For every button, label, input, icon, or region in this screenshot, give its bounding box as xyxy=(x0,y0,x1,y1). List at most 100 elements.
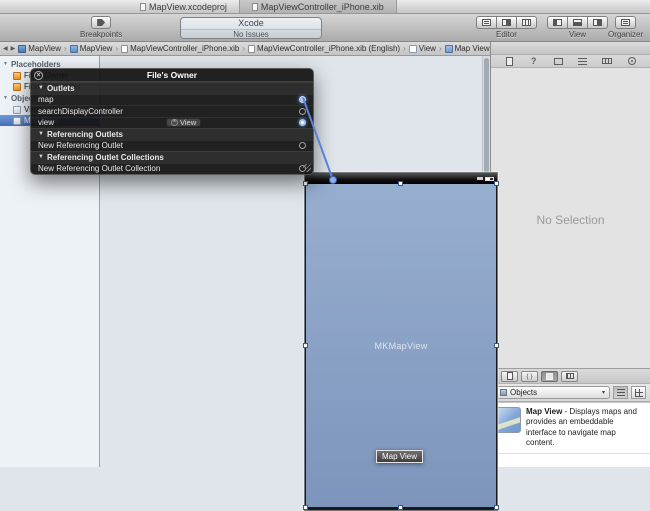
connection-socket[interactable] xyxy=(299,142,306,150)
version-editor-button[interactable] xyxy=(517,16,537,29)
size-inspector-icon[interactable] xyxy=(601,55,613,67)
hud-outlet-searchdisplaycontroller[interactable]: searchDisplayController xyxy=(31,105,313,117)
connection-socket[interactable] xyxy=(299,96,306,104)
disclosure-triangle-icon: ▼ xyxy=(38,85,44,92)
resize-grip[interactable] xyxy=(303,164,311,172)
forward-button[interactable]: ▶ xyxy=(11,45,16,52)
hud-outlet-map[interactable]: map xyxy=(31,93,313,106)
breadcrumb-view[interactable]: View xyxy=(408,44,436,53)
hud-new-referencing-outlet[interactable]: New Referencing Outlet xyxy=(31,139,313,152)
scrollbar-thumb[interactable] xyxy=(484,58,489,173)
view-mode-tool: View xyxy=(547,16,608,39)
resize-handle[interactable] xyxy=(494,505,499,510)
back-button[interactable]: ◀ xyxy=(3,45,8,52)
assistant-editor-button[interactable] xyxy=(497,16,517,29)
library-tab-bar: { } xyxy=(491,368,650,384)
activity-app-name: Xcode xyxy=(238,18,264,28)
object-library-list: Map View - Displays maps and provides an… xyxy=(491,402,650,467)
bottom-panel-icon xyxy=(573,19,582,26)
breadcrumb-map-view[interactable]: Map View xyxy=(444,44,490,53)
breadcrumb-localized-file[interactable]: MapViewController_iPhone.xib (English) xyxy=(248,44,400,53)
file-template-library-tab[interactable] xyxy=(501,370,518,382)
activity-viewer: Xcode No Issues xyxy=(180,17,322,39)
resize-handle[interactable] xyxy=(303,505,308,510)
object-library-tab[interactable] xyxy=(541,370,558,382)
connection-socket[interactable] xyxy=(299,119,306,127)
resize-handle[interactable] xyxy=(494,342,499,348)
connections-inspector-icon[interactable] xyxy=(626,55,638,67)
attributes-inspector-icon[interactable] xyxy=(577,55,589,67)
xcode-window: { "glyphs": { "disclosure": "▼", "chevro… xyxy=(0,0,650,511)
document-tab-project[interactable]: MapView.xcodeproj xyxy=(128,0,239,13)
library-item-title: Map View xyxy=(526,407,563,416)
document-tab-xib[interactable]: MapViewController_iPhone.xib xyxy=(238,0,397,13)
view-segmented-control xyxy=(547,16,608,29)
file-icon xyxy=(121,44,129,53)
connected-object-chip[interactable]: × View xyxy=(166,118,202,128)
battery-icon xyxy=(485,176,494,181)
tab-label: MapView.xcodeproj xyxy=(149,1,227,12)
hud-titlebar[interactable]: × File's Owner xyxy=(31,69,313,82)
hud-outlet-view[interactable]: view × View xyxy=(31,116,313,129)
list-view-button[interactable] xyxy=(613,386,628,399)
inspector-top-strip xyxy=(491,42,650,55)
outlet-label: New Referencing Outlet xyxy=(38,141,123,151)
organizer-icon xyxy=(621,19,631,26)
breakpoints-label: Breakpoints xyxy=(80,30,123,39)
disclosure-triangle-icon: ▼ xyxy=(3,61,8,67)
grid-icon xyxy=(634,388,643,397)
file-inspector-icon[interactable] xyxy=(503,55,515,67)
folder-icon xyxy=(69,44,78,53)
hud-section-label: Outlets xyxy=(46,83,75,93)
view-object-icon xyxy=(13,105,21,114)
breadcrumb-label: MapView xyxy=(28,44,62,53)
activity-status: No Issues xyxy=(181,29,321,38)
hud-section-outlets[interactable]: ▼ Outlets xyxy=(31,82,313,94)
inspector-tab-bar: ? xyxy=(491,55,650,68)
breadcrumb-file[interactable]: MapViewController_iPhone.xib xyxy=(121,44,239,53)
library-filter-popup[interactable]: Objects ▾ xyxy=(495,386,610,399)
editor-label: Editor xyxy=(496,30,517,39)
list-icon xyxy=(616,389,625,396)
hud-section-outlet-collections[interactable]: ▼ Referencing Outlet Collections xyxy=(31,151,313,163)
disconnect-icon[interactable]: × xyxy=(171,119,178,127)
code-snippet-library-tab[interactable]: { } xyxy=(521,370,538,382)
connection-socket[interactable] xyxy=(299,107,306,115)
breadcrumb-label: MapView xyxy=(79,44,113,53)
media-library-tab[interactable] xyxy=(561,370,578,382)
version-editor-icon xyxy=(522,19,531,26)
chevron-icon: › xyxy=(64,44,67,53)
connections-hud[interactable]: × File's Owner ▼ Outlets map searchDispl… xyxy=(30,68,314,175)
breadcrumb-project[interactable]: MapView xyxy=(18,44,61,53)
navigator-panel-button[interactable] xyxy=(547,16,568,29)
hud-new-referencing-outlet-collection[interactable]: New Referencing Outlet Collection xyxy=(31,162,313,175)
resize-handle[interactable] xyxy=(303,342,308,348)
standard-editor-button[interactable] xyxy=(476,16,497,29)
chevron-icon: › xyxy=(403,44,406,53)
resize-handle[interactable] xyxy=(303,181,308,186)
quick-help-icon[interactable]: ? xyxy=(528,55,540,67)
hud-title-label: File's Owner xyxy=(146,70,198,80)
breadcrumb-group[interactable]: MapView xyxy=(69,44,113,53)
breakpoints-button[interactable] xyxy=(91,16,112,29)
resize-handle[interactable] xyxy=(398,505,403,510)
identity-inspector-icon[interactable] xyxy=(552,55,564,67)
organizer-button[interactable] xyxy=(615,16,637,29)
close-icon[interactable]: × xyxy=(34,71,43,80)
resize-handle[interactable] xyxy=(398,181,403,186)
popup-arrow-icon: ▾ xyxy=(601,390,605,396)
map-view-object-icon xyxy=(13,116,21,125)
hud-section-referencing-outlets[interactable]: ▼ Referencing Outlets xyxy=(31,128,313,140)
resize-handle[interactable] xyxy=(494,181,499,186)
outlet-label: view xyxy=(38,118,55,128)
connected-object-label: View xyxy=(180,118,197,128)
grid-view-button[interactable] xyxy=(631,386,646,399)
utilities-panel: ? No Selection { } Objects ▾ Map View - … xyxy=(490,42,650,467)
breadcrumb-label: Map View xyxy=(454,44,490,53)
standard-editor-icon xyxy=(482,19,491,26)
library-item-map-view[interactable]: Map View - Displays maps and provides an… xyxy=(491,403,650,454)
outlet-label: searchDisplayController xyxy=(38,106,123,116)
utilities-panel-button[interactable] xyxy=(588,16,608,29)
document-icon xyxy=(140,2,146,11)
debug-area-button[interactable] xyxy=(568,16,588,29)
